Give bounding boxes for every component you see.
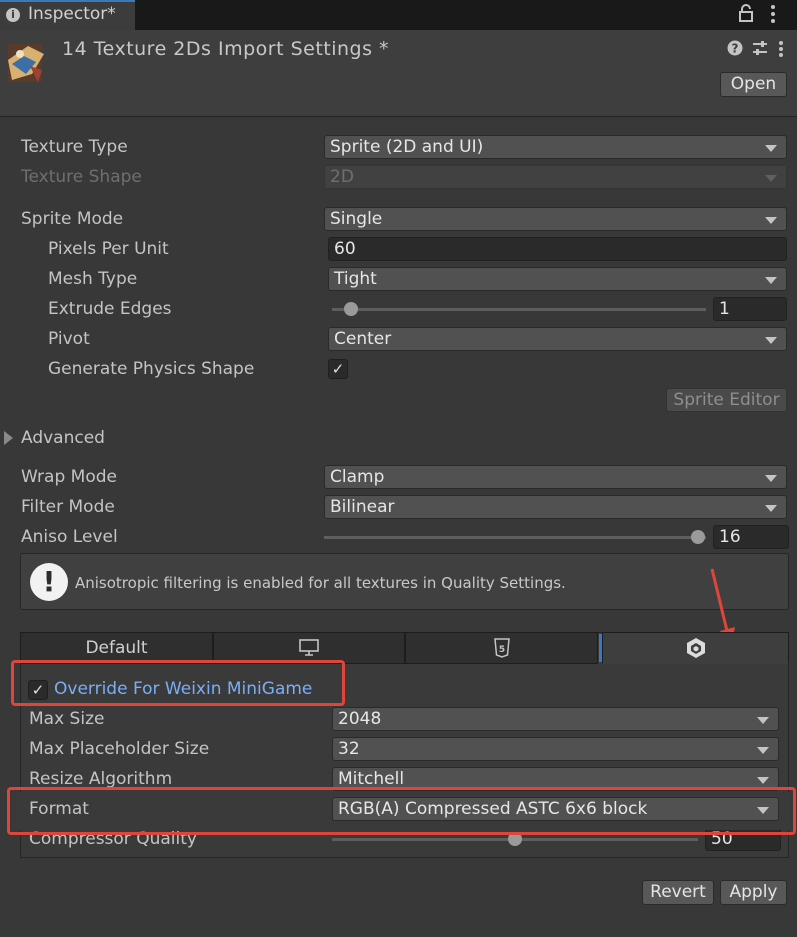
minigame-cube-icon xyxy=(685,638,707,658)
max-placeholder-size-label: Max Placeholder Size xyxy=(29,739,210,759)
advanced-foldout-label[interactable]: Advanced xyxy=(21,428,105,448)
svg-text:?: ? xyxy=(732,42,739,56)
chevron-down-icon xyxy=(765,475,777,482)
max-size-value: 2048 xyxy=(338,709,382,729)
revert-button[interactable]: Revert xyxy=(642,880,714,905)
generate-physics-shape-label: Generate Physics Shape xyxy=(48,359,255,379)
max-placeholder-size-dropdown[interactable]: 32 xyxy=(332,737,779,761)
sprite-mode-dropdown[interactable]: Single xyxy=(324,207,787,231)
warning-info-icon: ! xyxy=(30,563,68,601)
aniso-level-label: Aniso Level xyxy=(21,527,118,547)
pivot-label: Pivot xyxy=(48,329,90,349)
inspector-tab-label: Inspector* xyxy=(28,4,116,24)
max-size-label: Max Size xyxy=(29,709,105,729)
pixels-per-unit-label: Pixels Per Unit xyxy=(48,239,169,259)
wrap-mode-label: Wrap Mode xyxy=(21,467,117,487)
pivot-dropdown[interactable]: Center xyxy=(328,327,787,351)
texture-shape-label: Texture Shape xyxy=(21,167,142,187)
html5-icon-label: 5 xyxy=(498,645,504,655)
texture-type-label: Texture Type xyxy=(21,137,128,157)
extrude-edges-slider-track[interactable] xyxy=(332,308,706,311)
tab-webgl[interactable]: 5 xyxy=(405,632,598,664)
chevron-down-icon xyxy=(765,505,777,512)
highlight-box-override xyxy=(11,660,345,706)
filter-mode-dropdown[interactable]: Bilinear xyxy=(324,495,787,519)
aniso-level-slider-thumb[interactable] xyxy=(691,530,705,544)
pivot-value: Center xyxy=(334,329,392,349)
texture-shape-value: 2D xyxy=(330,167,354,187)
aniso-level-slider-track[interactable] xyxy=(324,536,706,539)
filter-mode-value: Bilinear xyxy=(330,497,395,517)
extrude-edges-slider-thumb[interactable] xyxy=(343,302,358,316)
texture-shape-dropdown: 2D xyxy=(324,165,787,189)
chevron-down-icon xyxy=(757,777,769,784)
chevron-down-icon xyxy=(765,175,777,182)
mesh-type-label: Mesh Type xyxy=(48,269,138,289)
wrap-mode-value: Clamp xyxy=(330,467,385,487)
apply-button[interactable]: Apply xyxy=(720,880,787,905)
monitor-icon xyxy=(299,638,319,658)
sprite-mode-label: Sprite Mode xyxy=(21,209,124,229)
preset-icon[interactable] xyxy=(752,40,768,61)
aniso-level-field[interactable]: 16 xyxy=(713,525,789,549)
extrude-edges-field[interactable]: 1 xyxy=(713,297,787,321)
generate-physics-shape-checkbox[interactable]: ✓ xyxy=(328,359,348,379)
extrude-edges-label: Extrude Edges xyxy=(48,299,172,319)
lock-icon[interactable] xyxy=(739,4,753,27)
texture-type-value: Sprite (2D and UI) xyxy=(330,137,484,157)
chevron-down-icon xyxy=(765,217,777,224)
help-icon[interactable]: ? xyxy=(727,40,743,61)
chevron-down-icon xyxy=(757,717,769,724)
open-button[interactable]: Open xyxy=(720,72,787,97)
help-text: Anisotropic filtering is enabled for all… xyxy=(75,574,566,592)
chevron-down-icon xyxy=(757,747,769,754)
chevron-down-icon xyxy=(765,145,777,152)
highlight-box-format xyxy=(7,787,796,835)
info-icon: i xyxy=(6,8,20,22)
more-menu-icon[interactable] xyxy=(769,3,777,30)
foldout-arrow-icon[interactable] xyxy=(4,431,13,445)
texture-thumbnail xyxy=(2,40,50,88)
wrap-mode-dropdown[interactable]: Clamp xyxy=(324,465,787,489)
asset-title: 14 Texture 2Ds Import Settings * xyxy=(62,38,390,60)
max-placeholder-size-value: 32 xyxy=(338,739,360,759)
mesh-type-value: Tight xyxy=(334,269,377,289)
mesh-type-dropdown[interactable]: Tight xyxy=(328,267,787,291)
pixels-per-unit-field[interactable]: 60 xyxy=(328,237,787,261)
header-more-icon[interactable] xyxy=(778,40,784,63)
filter-mode-label: Filter Mode xyxy=(21,497,115,517)
sprite-mode-value: Single xyxy=(330,209,383,229)
chevron-down-icon xyxy=(765,337,777,344)
texture-type-dropdown[interactable]: Sprite (2D and UI) xyxy=(324,135,787,159)
html5-icon: 5 xyxy=(493,638,510,658)
resize-algorithm-value: Mitchell xyxy=(338,769,405,789)
resize-algorithm-label: Resize Algorithm xyxy=(29,769,173,789)
chevron-down-icon xyxy=(765,277,777,284)
max-size-dropdown[interactable]: 2048 xyxy=(332,707,779,731)
tab-weixin-minigame[interactable] xyxy=(602,632,789,664)
sprite-editor-button[interactable]: Sprite Editor xyxy=(666,388,787,412)
